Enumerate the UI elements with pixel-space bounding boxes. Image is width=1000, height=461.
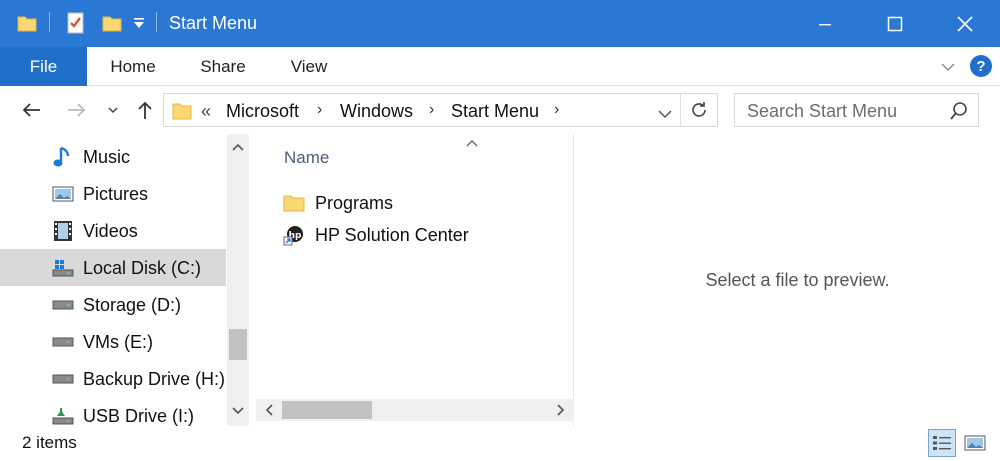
preview-message: Select a file to preview. [705,270,890,290]
quick-access-divider [49,12,50,32]
music-icon [51,146,75,168]
item-count: 2 items [22,433,77,452]
forward-arrow-icon [68,103,86,117]
maximize-button[interactable] [860,0,930,47]
large-icons-view-icon [964,435,986,451]
breadcrumb-start-menu[interactable]: Start Menu [451,101,539,122]
pictures-icon [51,183,75,205]
preview-pane: Select a file to preview. [575,134,1000,426]
minimize-button[interactable] [790,0,860,47]
scroll-down-icon[interactable] [227,400,249,422]
sidebar-item-label: Storage (D:) [83,295,182,315]
videos-icon [51,220,75,242]
breadcrumb-separator-icon[interactable]: › [317,101,322,119]
sidebar-item-label: VMs (E:) [83,332,153,352]
column-header-name[interactable]: Name [284,148,329,168]
title-bar: Start Menu [0,0,1000,47]
address-bar[interactable]: « Microsoft › Windows › Start Menu › [163,93,718,127]
breadcrumb-windows[interactable]: Windows [340,101,413,122]
folder-icon [282,191,306,215]
usb-drive-icon [51,405,75,427]
details-view-icon [933,436,951,450]
close-button[interactable] [930,0,1000,47]
folder-icon [171,100,193,127]
breadcrumb-microsoft[interactable]: Microsoft [226,101,299,122]
tab-view[interactable]: View [269,47,349,86]
drive-icon [51,368,75,390]
up-arrow-icon [138,101,152,119]
list-item[interactable]: hp HP Solution Center [282,221,469,249]
sidebar-item-vms-e[interactable]: VMs (E:) [0,323,226,360]
local-disk-icon [51,257,75,279]
sidebar-item-label: USB Drive (I:) [83,406,195,426]
sidebar-item-videos[interactable]: Videos [0,212,226,249]
sidebar-item-music[interactable]: Music [0,138,226,175]
drive-icon [51,331,75,353]
ribbon-tab-bar: File Home Share View ? [0,47,1000,86]
back-button[interactable] [16,86,46,134]
sidebar-item-label: Backup Drive (H:) [83,369,226,389]
file-list-horizontal-scrollbar[interactable] [256,399,574,421]
tab-file[interactable]: File [0,47,87,86]
back-arrow-icon [22,103,40,117]
minimize-icon [819,23,831,25]
sidebar-item-label: Pictures [83,184,149,204]
customize-toolbar-icon[interactable] [130,9,148,37]
sidebar-item-pictures[interactable]: Pictures [0,175,226,212]
properties-icon[interactable] [63,9,89,37]
maximize-icon [887,16,903,31]
breadcrumb-overflow[interactable]: « [201,101,211,122]
refresh-icon[interactable] [689,100,709,125]
up-button[interactable] [131,86,159,134]
scrollbar-thumb[interactable] [229,329,247,360]
navigation-bar: « Microsoft › Windows › Start Menu › [0,86,1000,134]
scroll-up-icon[interactable] [227,136,249,158]
recent-locations-button[interactable] [104,86,122,134]
breadcrumb-separator-icon[interactable]: › [429,101,434,119]
scroll-left-icon[interactable] [258,399,280,421]
file-name: Programs [315,192,394,213]
new-folder-icon[interactable] [99,9,125,37]
scroll-right-icon[interactable] [550,399,572,421]
tab-home[interactable]: Home [93,47,173,86]
sort-ascending-icon [466,134,478,150]
status-bar: 2 items [0,426,1000,461]
close-icon [957,15,973,32]
forward-button[interactable] [62,86,92,134]
scrollbar-thumb[interactable] [282,401,372,419]
drive-icon [51,294,75,316]
breadcrumb-separator-icon[interactable]: › [554,101,559,119]
navigation-pane: Music Pictures Videos Local Disk (C:) St… [0,134,228,426]
search-icon[interactable] [949,101,969,126]
details-view-button[interactable] [928,429,956,457]
window-title: Start Menu [169,13,258,33]
sidebar-item-label: Videos [83,221,138,241]
tab-share[interactable]: Share [183,47,263,86]
quick-access-divider [156,12,157,32]
chevron-down-icon [108,107,118,114]
address-history-dropdown-icon[interactable] [658,104,672,124]
sidebar-item-storage-d[interactable]: Storage (D:) [0,286,226,323]
search-input[interactable] [747,100,947,122]
sidebar-item-label: Music [83,147,131,167]
sidebar-item-local-disk-c[interactable]: Local Disk (C:) [0,249,226,286]
file-name: HP Solution Center [315,224,469,245]
address-divider [680,94,681,126]
list-item[interactable]: Programs [282,189,393,217]
sidebar-item-label: Local Disk (C:) [83,258,202,278]
large-icons-view-button[interactable] [961,429,989,457]
folder-icon [14,9,40,37]
shortcut-icon: hp [282,223,306,247]
expand-ribbon-icon[interactable] [938,58,958,76]
file-list: Name Programs hp HP Solution Center [256,134,574,426]
help-icon[interactable]: ? [970,55,992,77]
search-box[interactable] [734,93,979,127]
sidebar-item-backup-drive-h[interactable]: Backup Drive (H:) [0,360,226,397]
navigation-pane-scrollbar[interactable] [227,134,249,426]
